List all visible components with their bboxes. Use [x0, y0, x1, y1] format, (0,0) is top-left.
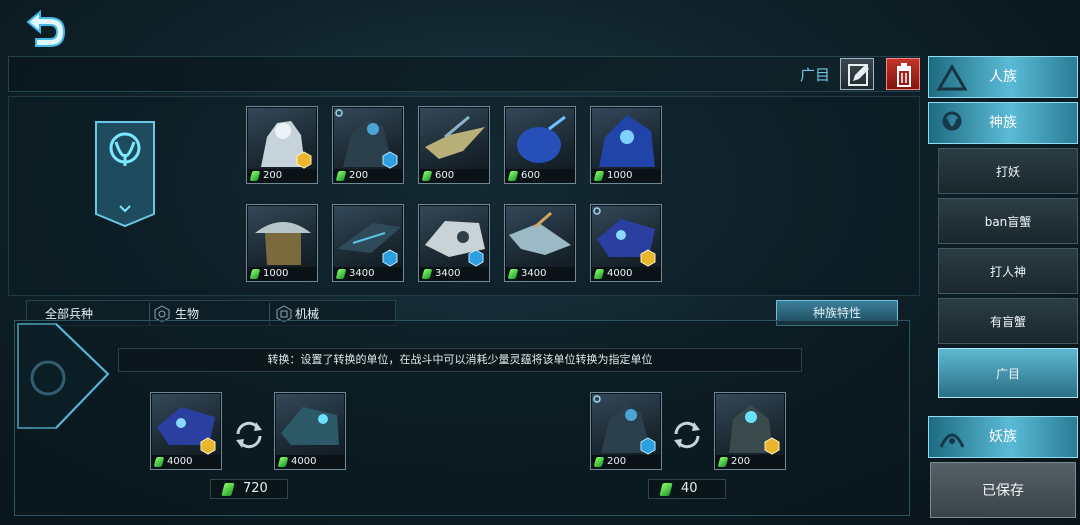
- energy-gem-icon: [717, 457, 729, 467]
- sidebar-race-terran[interactable]: 人族: [928, 56, 1078, 98]
- protoss-emblem-icon: [942, 111, 962, 131]
- unit-card[interactable]: 3400: [332, 204, 404, 282]
- edit-icon: [848, 64, 869, 86]
- energy-gem-icon: [277, 457, 289, 467]
- conversion-price-value: 720: [243, 481, 268, 496]
- sidebar-race-label: 神族: [989, 115, 1017, 131]
- unit-cost: 4000: [607, 268, 633, 279]
- unit-cost: 4000: [167, 456, 193, 467]
- unit-cost: 1000: [607, 170, 633, 181]
- conversion-price: 720: [210, 479, 288, 499]
- unit-portrait: [509, 211, 571, 255]
- sidebar-race-label: 人族: [989, 69, 1017, 85]
- convert-source-unit[interactable]: 200: [590, 392, 662, 470]
- unit-card[interactable]: 3400: [504, 204, 576, 282]
- unit-cost: 4000: [291, 456, 317, 467]
- energy-gem-icon: [507, 171, 519, 181]
- energy-gem-icon: [249, 171, 261, 181]
- rename-deck-button[interactable]: [840, 58, 874, 90]
- sidebar-race-protoss[interactable]: 神族: [928, 102, 1078, 144]
- energy-gem-icon: [507, 269, 519, 279]
- convert-source-unit[interactable]: 4000: [150, 392, 222, 470]
- sidebar-race-label: 妖族: [989, 429, 1017, 445]
- energy-gem-icon: [659, 483, 673, 496]
- terran-emblem-icon: [936, 64, 968, 91]
- unit-card[interactable]: 1000: [590, 106, 662, 184]
- unit-cost: 3400: [349, 268, 375, 279]
- unit-card[interactable]: 600: [504, 106, 576, 184]
- unit-cost: 200: [349, 170, 369, 181]
- energy-gem-icon: [335, 269, 347, 279]
- unit-card[interactable]: 1000: [246, 204, 318, 282]
- mech-badge-icon: [764, 437, 780, 455]
- back-arrow-icon: [26, 9, 66, 47]
- unit-card[interactable]: 3400: [418, 204, 490, 282]
- unit-portrait: [425, 115, 485, 159]
- mech-badge-icon: [296, 151, 312, 169]
- protoss-emblem-icon: [95, 121, 155, 228]
- trash-icon: [897, 63, 911, 87]
- energy-gem-icon: [593, 457, 605, 467]
- unit-card[interactable]: 200: [332, 106, 404, 184]
- unit-cost: 200: [263, 170, 283, 181]
- sidebar-deck-item[interactable]: ban盲蟹: [938, 198, 1078, 244]
- unit-portrait: [255, 222, 311, 265]
- energy-gem-icon: [593, 171, 605, 181]
- swap-arrows-icon: [674, 421, 700, 449]
- sidebar-race-zerg[interactable]: 妖族: [928, 416, 1078, 458]
- unit-cost: 3400: [435, 268, 461, 279]
- deck-name-label: 广目: [799, 66, 830, 84]
- unit-card[interactable]: 600: [418, 106, 490, 184]
- energy-gem-icon: [153, 457, 165, 467]
- panel-arrow-decoration: [17, 323, 110, 429]
- unit-cost: 1000: [263, 268, 289, 279]
- unit-card[interactable]: 4000: [590, 204, 662, 282]
- sidebar-deck-item-selected[interactable]: 广目: [938, 348, 1078, 398]
- energy-gem-icon: [421, 171, 433, 181]
- sidebar-deck-item[interactable]: 打妖: [938, 148, 1078, 194]
- unit-portrait: [281, 407, 339, 445]
- unit-cost: 200: [731, 456, 751, 467]
- energy-gem-icon: [249, 269, 261, 279]
- conversion-price-value: 40: [681, 481, 698, 496]
- unit-card[interactable]: 200: [246, 106, 318, 184]
- energy-gem-icon: [593, 269, 605, 279]
- race-emblem-banner: [94, 120, 156, 228]
- convert-target-unit[interactable]: 4000: [274, 392, 346, 470]
- delete-deck-button[interactable]: [886, 58, 920, 90]
- unit-portrait: [599, 115, 655, 167]
- energy-gem-icon: [421, 269, 433, 279]
- unit-cost: 3400: [521, 268, 547, 279]
- convert-target-unit[interactable]: 200: [714, 392, 786, 470]
- saved-button[interactable]: 已保存: [930, 462, 1076, 518]
- mech-badge-icon: [200, 437, 216, 455]
- conversion-price: 40: [648, 479, 726, 499]
- bio-badge-icon: [640, 437, 656, 455]
- unit-cost: 600: [521, 170, 541, 181]
- swap-arrows-icon: [236, 421, 262, 449]
- mech-badge-icon: [640, 249, 656, 267]
- unit-cost: 200: [607, 456, 627, 467]
- bio-badge-icon: [468, 249, 484, 267]
- back-button[interactable]: [20, 8, 70, 50]
- bio-badge-icon: [382, 249, 398, 267]
- zerg-emblem-icon: [939, 433, 965, 448]
- energy-gem-icon: [335, 171, 347, 181]
- unit-portrait: [517, 115, 566, 163]
- energy-gem-icon: [221, 483, 235, 496]
- sidebar-deck-item[interactable]: 有盲蟹: [938, 298, 1078, 344]
- trait-description: 转换：设置了转换的单位，在战斗中可以消耗少量灵蕴将该单位转换为指定单位: [118, 348, 802, 372]
- sidebar-deck-item[interactable]: 打人神: [938, 248, 1078, 294]
- bio-badge-icon: [382, 151, 398, 169]
- unit-cost: 600: [435, 170, 455, 181]
